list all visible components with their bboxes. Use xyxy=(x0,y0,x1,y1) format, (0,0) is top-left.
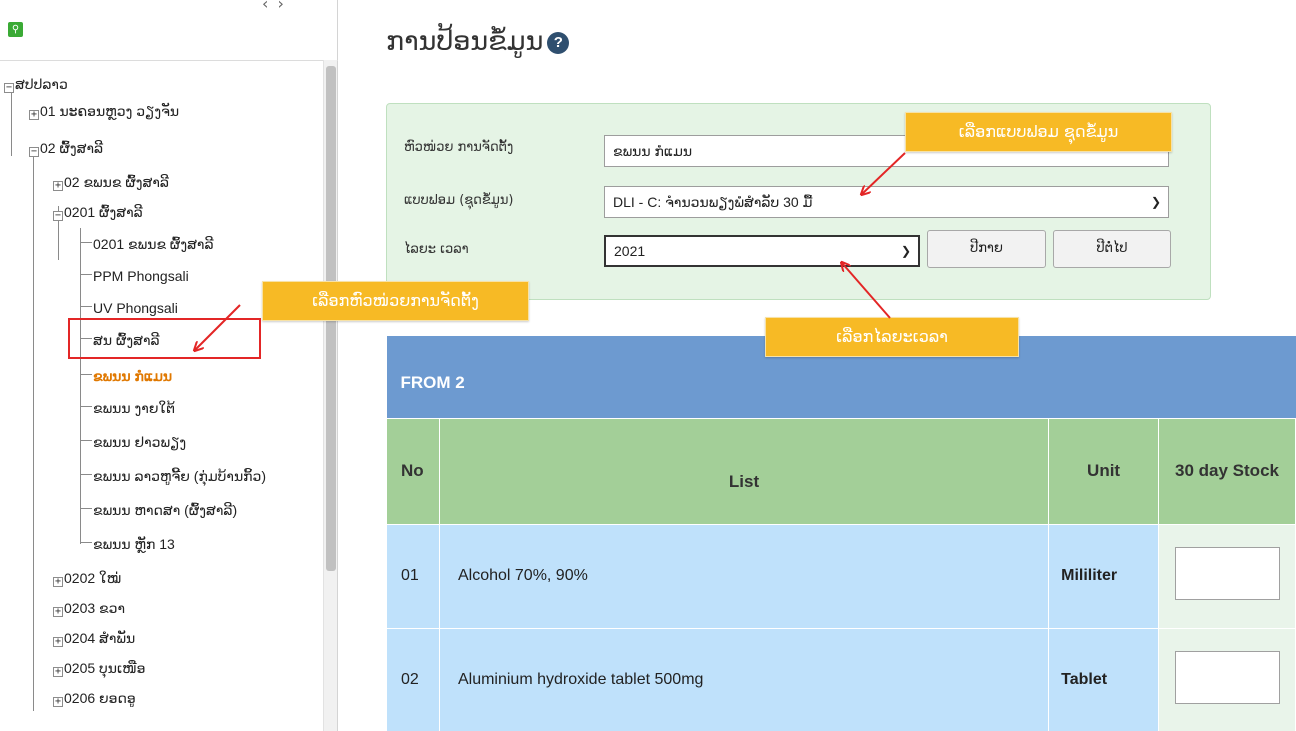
tree-connector xyxy=(33,156,34,711)
period-select-value: 2021 xyxy=(614,243,646,259)
tree-item-label: ຂພນນ ລາວຫູຈີ້ຍ (ກຸ່ມບ້ານກິ້ວ) xyxy=(93,468,267,484)
callout-select-period: ເລືອກໄລຍະເວລາ xyxy=(765,317,1019,357)
tree-item-label: 0204 ສໍາພັນ xyxy=(64,630,136,646)
tree-item-label: ຂພນນ ຢາວພຽງ xyxy=(93,434,187,450)
tree-item-district[interactable]: +0205 ບຸນເໜືອ xyxy=(53,656,146,680)
callout-select-unit: ເລືອກຫົວໜ່ວຍການຈັດຕັ້ງ xyxy=(262,281,529,321)
tree-item-label: PPM Phongsali xyxy=(93,268,189,284)
tree-item-unit[interactable]: UV Phongsali xyxy=(80,296,178,320)
search-icon[interactable]: ⚲ xyxy=(8,22,23,37)
next-year-button[interactable]: ປີຕໍ່ໄປ xyxy=(1053,230,1171,268)
tree-item-unit[interactable]: ຂພນນ ຢາວພຽງ xyxy=(80,430,186,454)
stock-input[interactable] xyxy=(1174,651,1280,704)
table-row: 02 Aluminium hydroxide tablet 500mg Tabl… xyxy=(386,627,1296,731)
help-icon[interactable]: ? xyxy=(547,32,570,54)
tree-item-label: 01 ນະຄອນຫຼວງ ວຽງຈັນ xyxy=(40,103,180,119)
tree-item-label: ຂພນນ ຫຼັກ 13 xyxy=(93,536,175,552)
tree-item-label: 0201 ຜົ້ງສາລີ xyxy=(64,204,143,220)
tree-item-root[interactable]: − ສປປລາວ xyxy=(4,72,68,96)
tree-item-unit[interactable]: ຂພນນ ຫາດສາ (ຜົ້ງສາລີ) xyxy=(80,498,237,522)
tree-item-district[interactable]: +0202 ໃໝ່ xyxy=(53,566,121,590)
expand-icon[interactable]: + xyxy=(53,697,63,707)
expand-icon[interactable]: + xyxy=(53,667,63,677)
tree-item-label: ຂພນນ ກໍແມນ xyxy=(93,368,173,384)
tree-item-label: ຂພນນ ງາຍໃຕ້ xyxy=(93,400,176,416)
tree-item-district[interactable]: +02 ຂພນຂ ຜົ້ງສາລີ xyxy=(53,170,169,194)
panel-divider xyxy=(0,60,338,61)
collapse-icon[interactable]: − xyxy=(4,83,14,93)
page-title: ການປ້ອນຂໍ້ມູນ? xyxy=(386,26,570,57)
row-stock-cell xyxy=(1158,627,1296,731)
org-tree-panel: ‹ › ⚲ − ສປປລາວ +01 ນະຄອນຫຼວງ ວຽງຈັນ −02 ຜ… xyxy=(0,0,338,731)
expand-icon[interactable]: + xyxy=(53,637,63,647)
tree-item-district[interactable]: −0201 ຜົ້ງສາລີ xyxy=(53,200,143,224)
template-label: ແບບຟອມ (ຊຸດຂໍ້ມູນ) xyxy=(404,193,514,208)
tree-item-province[interactable]: +01 ນະຄອນຫຼວງ ວຽງຈັນ xyxy=(29,99,179,123)
row-no: 02 xyxy=(386,627,440,731)
tree-item-district[interactable]: +0204 ສໍາພັນ xyxy=(53,626,135,650)
chevron-down-icon: ❯ xyxy=(1150,195,1161,209)
tree-item-label: ຂພນນ ຫາດສາ (ຜົ້ງສາລີ) xyxy=(93,502,238,518)
col-header-unit: Unit xyxy=(1048,417,1160,525)
data-entry-table: FROM 2 No List Unit 30 day Stock 01 Alco… xyxy=(386,336,1296,731)
period-label: ໄລຍະ ເວລາ xyxy=(404,242,469,257)
tree-item-unit[interactable]: PPM Phongsali xyxy=(80,264,189,288)
period-select[interactable]: 2021 ❯ xyxy=(604,235,920,267)
tree-item-label: 0201 ຂພນຂ ຜົ້ງສາລີ xyxy=(93,236,214,252)
selected-unit-highlight xyxy=(68,318,261,359)
row-unit: Tablet xyxy=(1048,627,1160,731)
tree-item-unit[interactable]: ຂພນນ ລາວຫູຈີ້ຍ (ກຸ່ມບ້ານກິ້ວ) xyxy=(80,464,266,488)
row-list: Aluminium hydroxide tablet 500mg xyxy=(438,627,1050,731)
template-select-value: DLI - C: ຈໍານວນພຽງພໍສໍາລັບ 30 ມື້ xyxy=(613,194,813,210)
tree-item-unit-selected[interactable]: ຂພນນ ກໍແມນ xyxy=(80,364,172,388)
row-stock-cell xyxy=(1158,523,1296,629)
tree-scrollbar[interactable] xyxy=(323,60,337,731)
template-select[interactable]: DLI - C: ຈໍານວນພຽງພໍສໍາລັບ 30 ມື້ ❯ xyxy=(604,186,1169,218)
column-header-row: No List Unit 30 day Stock xyxy=(386,417,1296,525)
tree-item-province[interactable]: −02 ຜົ້ງສາລີ xyxy=(29,136,103,160)
tree-item-label: 0206 ຍອດອູ xyxy=(64,690,136,706)
col-header-no: No xyxy=(386,417,440,525)
prev-year-button[interactable]: ປີກາຍ xyxy=(927,230,1046,268)
tree-item-label: 0205 ບຸນເໜືອ xyxy=(64,660,146,676)
tree-item-label: UV Phongsali xyxy=(93,300,178,316)
collapse-icon[interactable]: − xyxy=(29,147,39,157)
unit-label: ຫົວໜ່ວຍ ການຈັດຕັ້ງ xyxy=(404,140,514,155)
tree-item-district[interactable]: +0203 ຂວາ xyxy=(53,596,125,620)
collapse-icon[interactable]: − xyxy=(53,211,63,221)
row-no: 01 xyxy=(386,523,440,629)
tree-item-label: 0203 ຂວາ xyxy=(64,600,126,616)
chevron-down-icon: ❯ xyxy=(900,244,911,258)
expand-icon[interactable]: + xyxy=(53,607,63,617)
expand-icon[interactable]: + xyxy=(29,110,39,120)
row-list: Alcohol 70%, 90% xyxy=(438,523,1050,629)
tree-item-unit[interactable]: ຂພນນ ງາຍໃຕ້ xyxy=(80,396,175,420)
callout-select-template: ເລືອກແບບຟອມ ຊຸດຂໍ້ມູນ xyxy=(905,112,1172,152)
stock-input[interactable] xyxy=(1174,547,1280,600)
tree-item-label: 02 ຜົ້ງສາລີ xyxy=(40,140,104,156)
expand-icon[interactable]: + xyxy=(53,181,63,191)
panel-nav-arrows[interactable]: ‹ › xyxy=(262,0,286,13)
row-unit: Mililiter xyxy=(1048,523,1160,629)
tree-item-unit[interactable]: 0201 ຂພນຂ ຜົ້ງສາລີ xyxy=(80,232,214,256)
col-header-list: List xyxy=(438,417,1050,525)
page-title-text: ການປ້ອນຂໍ້ມູນ xyxy=(386,26,544,57)
col-header-stock: 30 day Stock xyxy=(1158,417,1296,525)
table-row: 01 Alcohol 70%, 90% Mililiter xyxy=(386,523,1296,629)
tree-item-label: ສປປລາວ xyxy=(15,76,68,92)
tree-item-label: 0202 ໃໝ່ xyxy=(64,570,122,586)
tree-item-label: 02 ຂພນຂ ຜົ້ງສາລີ xyxy=(64,174,169,190)
tree-item-unit[interactable]: ຂພນນ ຫຼັກ 13 xyxy=(80,532,175,556)
expand-icon[interactable]: + xyxy=(53,577,63,587)
tree-item-district[interactable]: +0206 ຍອດອູ xyxy=(53,686,136,710)
